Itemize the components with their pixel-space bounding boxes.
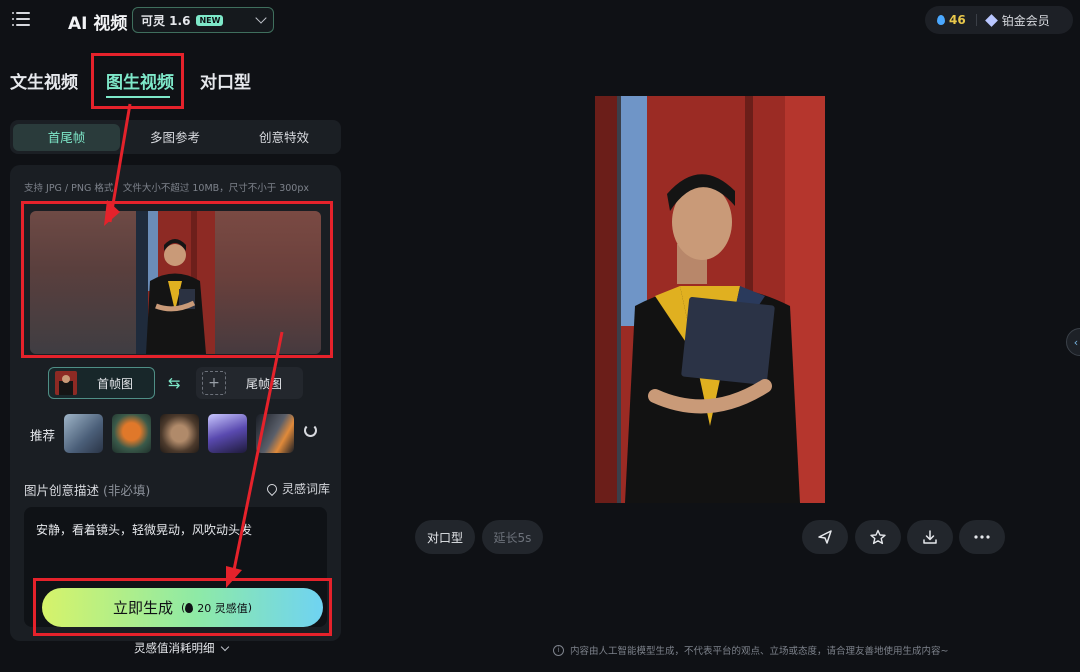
credits-drop-icon [937, 15, 945, 25]
ai-disclaimer: i 内容由人工智能模型生成，不代表平台的观点、立场或态度，请合理友善地使用生成内… [553, 643, 948, 657]
favorite-button[interactable] [855, 520, 901, 554]
disclaimer-text: 内容由人工智能模型生成，不代表平台的观点、立场或态度，请合理友善地使用生成内容~ [570, 646, 949, 657]
more-button[interactable] [959, 520, 1005, 554]
lip-sync-button[interactable]: 对口型 [415, 520, 475, 554]
more-icon [974, 535, 990, 539]
download-icon [923, 530, 937, 544]
extend-button[interactable]: 延长5s [482, 520, 543, 554]
credits-count: 46 [949, 13, 966, 27]
generated-preview-image [595, 96, 825, 503]
divider [975, 14, 977, 26]
download-button[interactable] [907, 520, 953, 554]
collapse-panel-handle[interactable]: ‹ [1066, 328, 1080, 356]
account-pill[interactable]: 46 铂金会员 [925, 6, 1073, 34]
info-icon: i [553, 644, 564, 656]
star-icon [870, 529, 886, 545]
annotation-arrows [104, 103, 284, 588]
share-button[interactable] [802, 520, 848, 554]
diamond-icon [984, 13, 998, 27]
send-icon [818, 530, 832, 544]
membership-label: 铂金会员 [1001, 13, 1050, 28]
chevron-left-icon: ‹ [1073, 335, 1079, 349]
